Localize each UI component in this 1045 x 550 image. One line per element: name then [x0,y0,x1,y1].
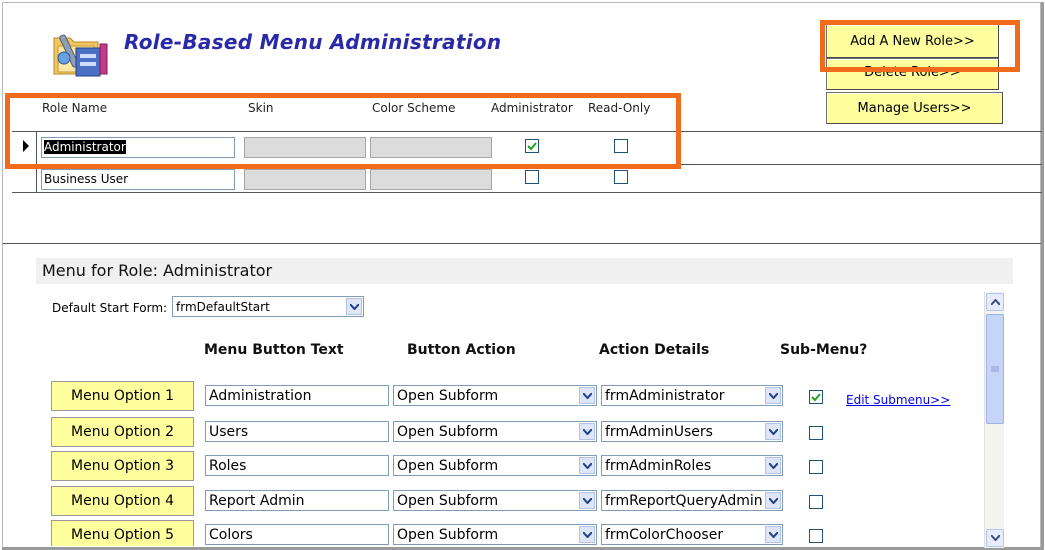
chevron-up-icon [990,299,1000,305]
vertical-scrollbar[interactable] [984,292,1004,548]
menu-button-text-field[interactable]: Report Admin [205,490,389,511]
menu-button-text-value: Report Admin [209,492,305,509]
menu-option-button[interactable]: Menu Option 5 [51,520,194,546]
sub-menu-checkbox[interactable] [809,390,823,404]
edit-submenu-link[interactable]: Edit Submenu>> [846,393,950,407]
action-details-select[interactable]: frmReportQueryAdmin [601,490,783,511]
action-details-select[interactable]: frmAdminUsers [601,421,783,442]
chevron-down-icon[interactable] [579,457,595,474]
button-action-value: Open Subform [397,492,499,509]
button-action-select[interactable]: Open Subform [393,490,597,511]
button-action-select[interactable]: Open Subform [393,385,597,406]
action-details-value: frmAdminUsers [605,423,713,440]
action-details-value: frmColorChooser [605,526,724,543]
menu-option-button[interactable]: Menu Option 1 [51,381,194,411]
scroll-up-button[interactable] [986,293,1004,311]
button-action-value: Open Subform [397,387,499,404]
action-details-select[interactable]: frmColorChooser [601,524,783,545]
chevron-down-icon[interactable] [579,526,595,543]
menu-option-button[interactable]: Menu Option 4 [51,486,194,516]
sub-menu-checkbox[interactable] [809,495,823,509]
chevron-down-icon[interactable] [579,492,595,509]
chevron-down-icon[interactable] [765,526,781,543]
grip-icon [991,366,999,372]
sub-menu-checkbox[interactable] [809,529,823,543]
menu-button-text-value: Roles [209,457,247,474]
scroll-down-button[interactable] [986,529,1004,547]
menu-button-text-field[interactable]: Roles [205,455,389,476]
action-details-select[interactable]: frmAdministrator [601,385,783,406]
sub-menu-checkbox[interactable] [809,426,823,440]
chevron-down-icon[interactable] [765,457,781,474]
menu-button-text-value: Administration [209,387,312,404]
chevron-down-icon[interactable] [579,387,595,404]
action-details-value: frmReportQueryAdmin [605,492,763,509]
menu-button-text-value: Colors [209,526,253,543]
action-details-select[interactable]: frmAdminRoles [601,455,783,476]
sub-menu-checkbox[interactable] [809,460,823,474]
menu-button-text-field[interactable]: Colors [205,524,389,545]
button-action-select[interactable]: Open Subform [393,524,597,545]
action-details-value: frmAdminRoles [605,457,712,474]
menu-button-text-field[interactable]: Users [205,421,389,442]
check-icon [811,393,821,402]
button-action-select[interactable]: Open Subform [393,455,597,476]
menu-option-button[interactable]: Menu Option 2 [51,417,194,447]
menu-button-text-value: Users [209,423,249,440]
button-action-value: Open Subform [397,423,499,440]
menu-option-button[interactable]: Menu Option 3 [51,451,194,481]
menu-button-text-field[interactable]: Administration [205,385,389,406]
button-action-value: Open Subform [397,457,499,474]
chevron-down-icon[interactable] [765,492,781,509]
action-details-value: frmAdministrator [605,387,725,404]
button-action-select[interactable]: Open Subform [393,421,597,442]
chevron-down-icon[interactable] [579,423,595,440]
chevron-down-icon[interactable] [765,387,781,404]
button-action-value: Open Subform [397,526,499,543]
chevron-down-icon[interactable] [765,423,781,440]
menu-options-list: Menu Option 1 Administration Open Subform f… [0,0,1045,546]
chevron-down-icon [990,535,1000,541]
scroll-thumb[interactable] [986,314,1004,424]
